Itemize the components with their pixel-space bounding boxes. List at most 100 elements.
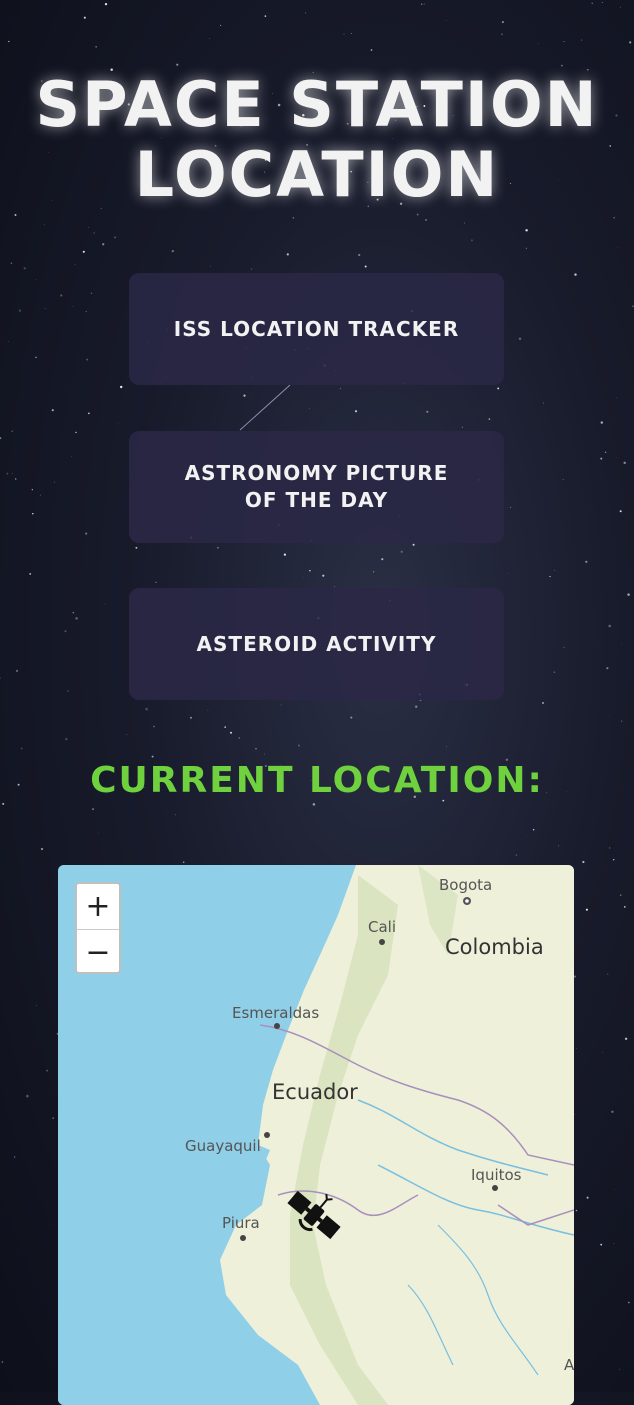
star — [542, 702, 544, 704]
star — [613, 859, 614, 860]
star — [16, 670, 18, 672]
star — [621, 721, 622, 722]
star — [73, 306, 74, 307]
star — [623, 462, 625, 464]
star — [619, 1369, 620, 1370]
star — [183, 861, 185, 863]
map-label-piura: Piura — [222, 1214, 260, 1232]
star — [75, 617, 78, 620]
star — [585, 561, 587, 563]
star — [152, 756, 154, 758]
star — [95, 46, 96, 47]
star — [32, 489, 33, 490]
star — [574, 976, 576, 978]
star — [73, 612, 75, 614]
star — [625, 1038, 627, 1040]
star — [88, 227, 89, 228]
map-label-bogota: Bogota — [439, 876, 492, 894]
star — [41, 848, 43, 850]
zoom-in-button[interactable]: + — [77, 884, 119, 930]
star — [350, 717, 352, 719]
star — [602, 2, 603, 3]
shooting-star — [240, 385, 290, 430]
zoom-out-button[interactable]: − — [77, 930, 119, 975]
star — [32, 513, 33, 514]
star — [84, 17, 86, 19]
star — [86, 359, 88, 361]
star — [21, 748, 23, 750]
star — [581, 40, 582, 41]
star — [340, 388, 341, 389]
star — [525, 229, 527, 231]
star — [243, 394, 245, 396]
star — [284, 554, 286, 556]
star — [46, 1070, 48, 1072]
star — [54, 482, 55, 483]
star — [533, 829, 534, 830]
star — [36, 1005, 37, 1006]
star — [145, 708, 148, 711]
star — [605, 452, 606, 453]
star — [574, 1114, 575, 1115]
star — [620, 510, 622, 512]
star — [14, 1156, 15, 1157]
star — [611, 1111, 613, 1113]
star — [574, 273, 576, 275]
star — [365, 266, 367, 268]
star — [287, 253, 289, 255]
star — [464, 223, 465, 224]
star — [85, 533, 87, 535]
star — [618, 247, 619, 248]
star — [549, 576, 550, 577]
star — [516, 854, 518, 856]
star — [11, 263, 13, 265]
star — [29, 573, 31, 575]
star — [92, 808, 94, 810]
star — [501, 33, 502, 34]
star — [616, 457, 617, 458]
star — [105, 604, 106, 605]
star — [558, 846, 559, 847]
star — [8, 41, 9, 42]
star — [351, 33, 352, 34]
star — [607, 974, 608, 975]
star — [489, 418, 491, 420]
star — [355, 410, 357, 412]
star — [67, 690, 68, 691]
star — [102, 243, 104, 245]
star — [8, 341, 9, 342]
star — [425, 219, 427, 221]
satellite-icon[interactable] — [284, 1185, 344, 1245]
star — [554, 671, 556, 673]
star — [120, 386, 122, 388]
map-label-ecuador: Ecuador — [272, 1080, 358, 1104]
star — [251, 268, 252, 269]
iss-tracker-button[interactable]: ISS LOCATION TRACKER — [129, 273, 504, 385]
zoom-control: + − — [75, 882, 121, 974]
star — [230, 732, 232, 734]
star — [426, 411, 428, 413]
star — [71, 456, 72, 457]
apod-button[interactable]: ASTRONOMY PICTURE OF THE DAY — [129, 431, 504, 543]
star — [52, 409, 54, 411]
asteroid-activity-button[interactable]: ASTEROID ACTIVITY — [129, 588, 504, 700]
star — [628, 1302, 630, 1304]
star — [582, 861, 584, 863]
star — [281, 705, 282, 706]
star — [88, 412, 90, 414]
star — [620, 7, 621, 8]
star — [86, 311, 87, 312]
star — [293, 217, 294, 218]
star — [60, 294, 62, 296]
star — [421, 3, 422, 4]
iss-map[interactable]: + − Bogota Cali Colombia Esmeraldas Ecua… — [58, 865, 574, 1405]
star — [175, 815, 176, 816]
star — [613, 1243, 614, 1244]
star — [526, 248, 527, 249]
star — [563, 41, 564, 42]
map-label-guayaquil: Guayaquil — [185, 1137, 261, 1155]
star — [208, 710, 209, 711]
star — [0, 437, 1, 439]
star — [592, 3, 593, 4]
star — [344, 34, 345, 35]
